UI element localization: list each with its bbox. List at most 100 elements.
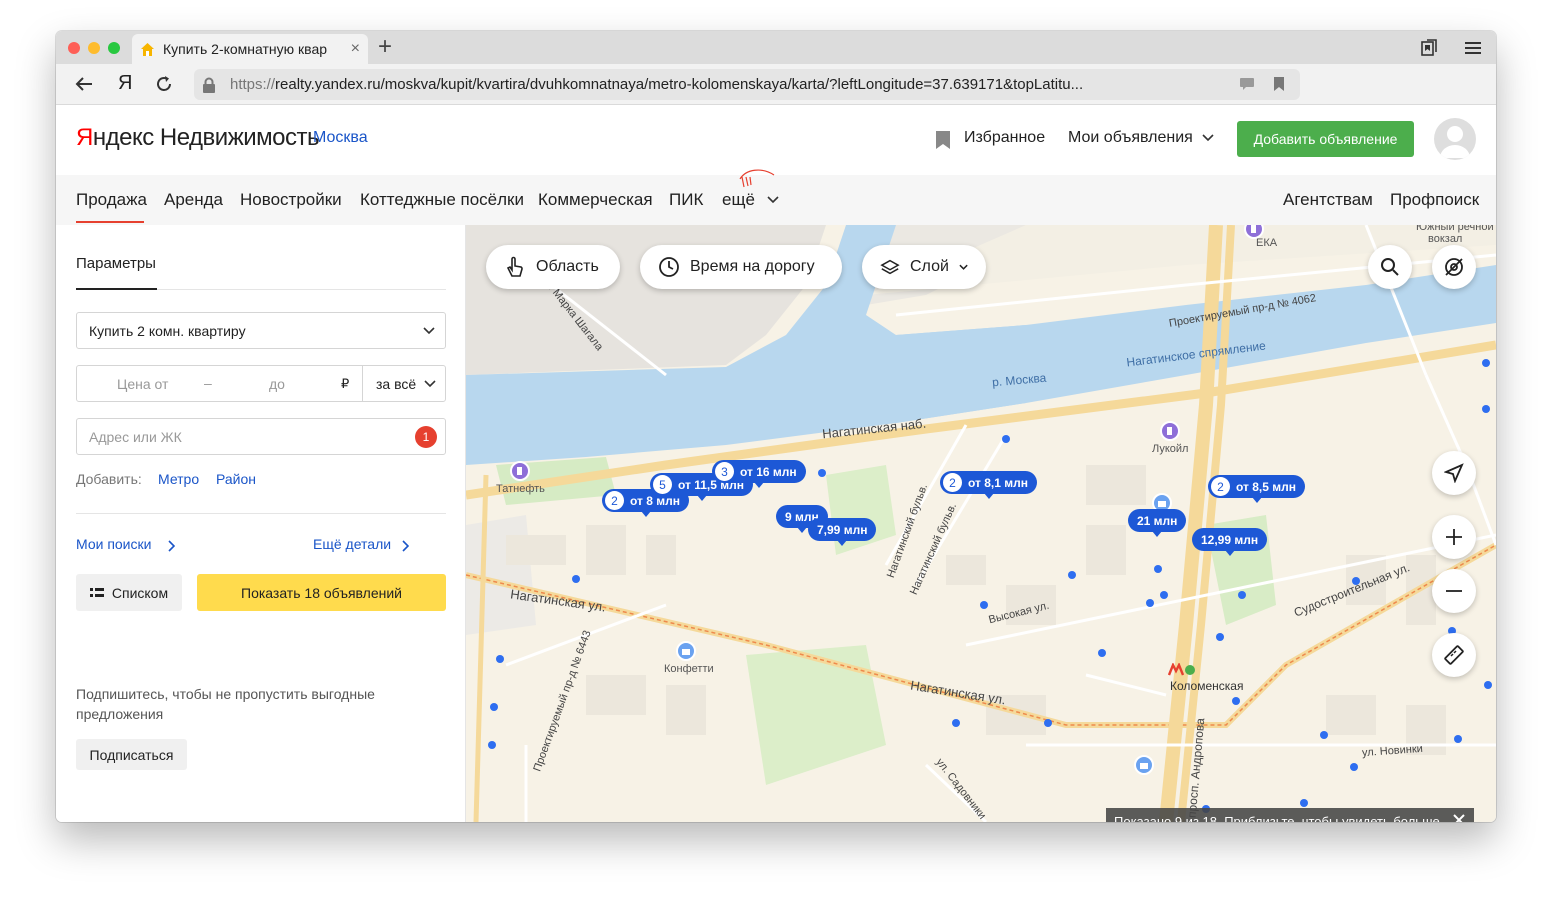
my-searches-link[interactable]: Мои поиски bbox=[76, 536, 151, 552]
price-marker[interactable]: 21 млн bbox=[1128, 509, 1187, 537]
menu-item-cottages[interactable]: Коттеджные посёлки bbox=[360, 190, 524, 210]
layer-dropdown[interactable]: Слой bbox=[862, 245, 986, 289]
shop-icon[interactable] bbox=[1134, 755, 1154, 775]
listing-dot[interactable] bbox=[1482, 359, 1490, 367]
listing-dot[interactable] bbox=[1350, 763, 1358, 771]
avatar[interactable] bbox=[1434, 118, 1476, 160]
zoom-in-button[interactable] bbox=[1432, 515, 1476, 559]
map-search-button[interactable] bbox=[1368, 245, 1412, 289]
price-marker[interactable]: 2 от 8,1 млн bbox=[940, 471, 1038, 499]
price-marker[interactable]: 2 от 8,5 млн bbox=[1208, 475, 1306, 503]
price-marker[interactable]: 7,99 млн bbox=[808, 518, 877, 546]
menu-item-sale[interactable]: Продажа bbox=[76, 190, 147, 210]
my-location-button[interactable] bbox=[1432, 451, 1476, 495]
list-view-button[interactable]: Списком bbox=[76, 574, 182, 611]
gas-station-icon[interactable] bbox=[510, 461, 530, 481]
listing-dot[interactable] bbox=[1300, 799, 1308, 807]
listing-dot[interactable] bbox=[1098, 649, 1106, 657]
price-period-select[interactable]: за всё bbox=[376, 376, 416, 392]
marker-price: 21 млн bbox=[1137, 513, 1178, 528]
eye-off-icon bbox=[1445, 258, 1463, 276]
listing-dot[interactable] bbox=[1454, 735, 1462, 743]
favorites-link[interactable]: Избранное bbox=[964, 129, 1045, 147]
price-from-input[interactable]: Цена от bbox=[117, 376, 168, 392]
tab-bar: Купить 2-комнатную квар × + bbox=[56, 31, 1496, 64]
listing-dot[interactable] bbox=[1002, 435, 1010, 443]
close-icon[interactable] bbox=[1452, 813, 1466, 822]
bookmark-icon[interactable] bbox=[1274, 77, 1284, 91]
add-district-link[interactable]: Район bbox=[216, 471, 256, 487]
listing-dot[interactable] bbox=[818, 469, 826, 477]
zoom-out-button[interactable] bbox=[1432, 569, 1476, 613]
listing-dot[interactable] bbox=[1044, 719, 1052, 727]
listing-dot[interactable] bbox=[1482, 405, 1490, 413]
menu-item-agencies[interactable]: Агентствам bbox=[1283, 190, 1373, 210]
address-input[interactable]: Адрес или ЖК 1 bbox=[76, 418, 446, 455]
chevron-down-icon bbox=[1202, 134, 1214, 142]
price-to-input[interactable]: до bbox=[269, 376, 285, 392]
add-label: Добавить: bbox=[76, 471, 142, 487]
listing-dot[interactable] bbox=[1238, 591, 1246, 599]
menu-item-rent[interactable]: Аренда bbox=[164, 190, 223, 210]
hide-layer-button[interactable] bbox=[1432, 245, 1476, 289]
browser-window: Купить 2-комнатную квар × + Я https://re… bbox=[56, 31, 1496, 822]
menu-item-prosearch[interactable]: Профпоиск bbox=[1390, 190, 1479, 210]
listing-dot[interactable] bbox=[572, 575, 580, 583]
deal-type-select[interactable]: Купить 2 комн. квартиру bbox=[76, 312, 446, 349]
listing-dot[interactable] bbox=[980, 601, 988, 609]
add-ad-button[interactable]: Добавить объявление bbox=[1237, 121, 1414, 157]
listing-dot[interactable] bbox=[488, 741, 496, 749]
listing-dot[interactable] bbox=[496, 655, 504, 663]
price-marker[interactable]: 12,99 млн bbox=[1192, 528, 1268, 556]
more-details-link[interactable]: Ещё детали bbox=[313, 536, 391, 552]
listing-dot[interactable] bbox=[1154, 565, 1162, 573]
price-marker[interactable]: 3 от 16 млн bbox=[712, 460, 806, 488]
subscribe-text: Подпишитесь, чтобы не пропустить выгодны… bbox=[76, 686, 375, 722]
menu-item-more[interactable]: ещё bbox=[722, 190, 755, 210]
listing-dot[interactable] bbox=[952, 719, 960, 727]
url-field[interactable]: https://realty.yandex.ru/moskva/kupit/kv… bbox=[194, 69, 1300, 100]
show-results-button[interactable]: Показать 18 объявлений bbox=[197, 574, 446, 611]
yandex-home-icon[interactable]: Я bbox=[118, 72, 132, 95]
ruler-button[interactable] bbox=[1432, 633, 1476, 677]
reload-icon[interactable] bbox=[154, 74, 174, 94]
city-selector[interactable]: Москва bbox=[313, 129, 368, 147]
minimize-window-button[interactable] bbox=[88, 42, 100, 54]
subscribe-button[interactable]: Подписаться bbox=[76, 739, 187, 770]
site-logo[interactable]: Яндекс Недвижимость bbox=[76, 124, 320, 152]
tab-parameters[interactable]: Параметры bbox=[76, 255, 156, 272]
commute-time-button[interactable]: Время на дорогу bbox=[640, 245, 842, 289]
clock-icon bbox=[659, 257, 679, 277]
my-ads-dropdown[interactable]: Мои объявления bbox=[1068, 129, 1193, 147]
listing-dot[interactable] bbox=[1352, 577, 1360, 585]
draw-area-button[interactable]: Область bbox=[486, 245, 620, 289]
chat-icon[interactable] bbox=[1240, 78, 1254, 90]
listing-dot[interactable] bbox=[490, 703, 498, 711]
gas-station-icon[interactable] bbox=[1160, 421, 1180, 441]
marker-count: 3 bbox=[715, 462, 734, 481]
divider bbox=[76, 513, 446, 514]
maximize-window-button[interactable] bbox=[108, 42, 120, 54]
shop-icon[interactable] bbox=[676, 641, 696, 661]
menu-item-pik[interactable]: ПИК bbox=[669, 190, 703, 210]
add-metro-link[interactable]: Метро bbox=[158, 471, 199, 487]
listing-dot[interactable] bbox=[1320, 731, 1328, 739]
browser-tab[interactable]: Купить 2-комнатную квар × bbox=[132, 34, 368, 64]
map[interactable]: р. Москва Нагатинское спрямление Нагатин… bbox=[466, 225, 1496, 822]
tab-close-icon[interactable]: × bbox=[351, 40, 360, 58]
user-icon bbox=[1440, 126, 1470, 158]
metro-icon bbox=[1168, 663, 1195, 676]
new-tab-button[interactable]: + bbox=[378, 35, 392, 59]
listing-dot[interactable] bbox=[1160, 591, 1168, 599]
back-arrow-icon[interactable] bbox=[74, 74, 94, 94]
close-window-button[interactable] bbox=[68, 42, 80, 54]
listing-dot[interactable] bbox=[1068, 571, 1076, 579]
menu-item-commercial[interactable]: Коммерческая bbox=[538, 190, 653, 210]
menu-icon[interactable] bbox=[1465, 41, 1481, 55]
listing-dot[interactable] bbox=[1232, 697, 1240, 705]
listing-dot[interactable] bbox=[1216, 633, 1224, 641]
listing-dot[interactable] bbox=[1484, 681, 1492, 689]
listing-dot[interactable] bbox=[1146, 599, 1154, 607]
menu-item-new-buildings[interactable]: Новостройки bbox=[240, 190, 342, 210]
bookmarks-icon[interactable] bbox=[1420, 39, 1438, 57]
